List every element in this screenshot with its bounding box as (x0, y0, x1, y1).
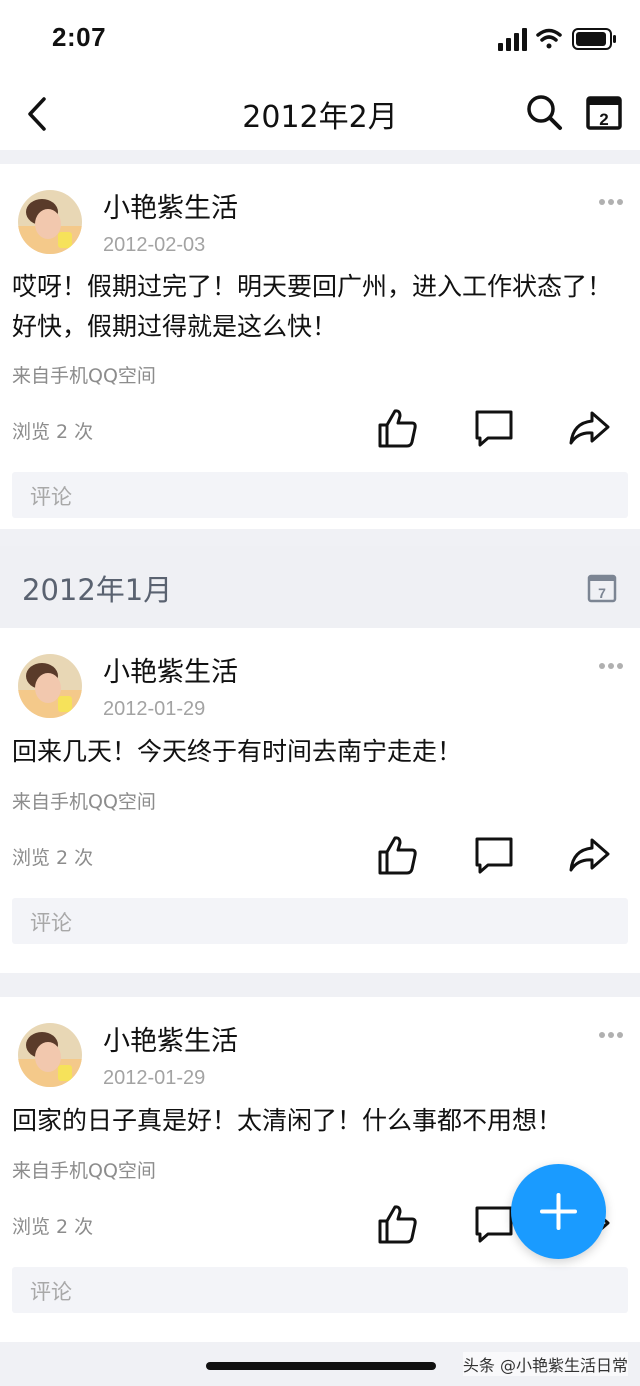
comment-placeholder: 评论 (30, 911, 72, 935)
share-icon[interactable] (567, 833, 611, 877)
post-card: 小艳紫生活 2012-02-03 哎呀！假期过完了！明天要回广州，进入工作状态了… (0, 164, 640, 529)
comment-input[interactable]: 评论 (12, 472, 628, 518)
more-icon[interactable] (598, 662, 624, 670)
battery-icon (572, 28, 616, 50)
nav-bar: 2012年2月 2 (0, 78, 640, 150)
month-header: 2012年1月 7 (0, 546, 640, 628)
comment-icon[interactable] (472, 1202, 516, 1246)
add-icon (540, 1193, 577, 1230)
post-text: 回来几天！今天终于有时间去南宁走走！ (12, 737, 463, 766)
post-source: 来自手机QQ空间 (12, 1160, 156, 1182)
calendar-day: 2 (599, 110, 608, 129)
comment-input[interactable]: 评论 (12, 1267, 628, 1313)
author-name[interactable]: 小艳紫生活 (103, 1019, 238, 1058)
author-name[interactable]: 小艳紫生活 (103, 186, 238, 225)
wifi-icon (536, 28, 562, 49)
status-icons (498, 28, 616, 51)
month-title: 2012年1月 (22, 573, 173, 607)
post-card: 小艳紫生活 2012-01-29 回来几天！今天终于有时间去南宁走走！ 来自手机… (0, 628, 640, 973)
view-count: 浏览 2 次 (12, 1216, 94, 1238)
search-icon[interactable] (524, 92, 564, 132)
view-count: 浏览 2 次 (12, 847, 94, 869)
signal-icon (498, 28, 527, 51)
like-icon[interactable] (376, 833, 420, 877)
post-date: 2012-01-29 (103, 698, 206, 720)
like-icon[interactable] (376, 1202, 420, 1246)
like-icon[interactable] (376, 406, 420, 450)
more-icon[interactable] (598, 198, 624, 206)
more-icon[interactable] (598, 1031, 624, 1039)
view-count: 浏览 2 次 (12, 421, 94, 443)
comment-icon[interactable] (472, 406, 516, 450)
comment-input[interactable]: 评论 (12, 898, 628, 944)
post-date: 2012-01-29 (103, 1067, 206, 1089)
post-source: 来自手机QQ空间 (12, 791, 156, 813)
calendar-day: 7 (598, 585, 606, 601)
status-time: 2:07 (52, 22, 107, 52)
status-bar: 2:07 (0, 0, 640, 78)
post-date: 2012-02-03 (103, 234, 206, 256)
post-source: 来自手机QQ空间 (12, 365, 156, 387)
comment-placeholder: 评论 (30, 485, 72, 509)
comment-icon[interactable] (472, 833, 516, 877)
calendar-icon[interactable]: 2 (584, 92, 624, 132)
comment-placeholder: 评论 (30, 1280, 72, 1304)
post-text: 回家的日子真是好！太清闲了！什么事都不用想！ (12, 1106, 563, 1135)
avatar[interactable] (18, 1023, 82, 1087)
add-post-button[interactable] (511, 1164, 606, 1259)
avatar[interactable] (18, 190, 82, 254)
author-name[interactable]: 小艳紫生活 (103, 650, 238, 689)
post-text: 哎呀！假期过完了！明天要回广州，进入工作状态了！好快，假期过得就是这么快！ (12, 272, 613, 341)
share-icon[interactable] (567, 406, 611, 450)
home-indicator (206, 1362, 436, 1370)
watermark: 头条 @小艳紫生活日常 (462, 1352, 628, 1376)
avatar[interactable] (18, 654, 82, 718)
calendar-icon[interactable]: 7 (587, 573, 617, 603)
